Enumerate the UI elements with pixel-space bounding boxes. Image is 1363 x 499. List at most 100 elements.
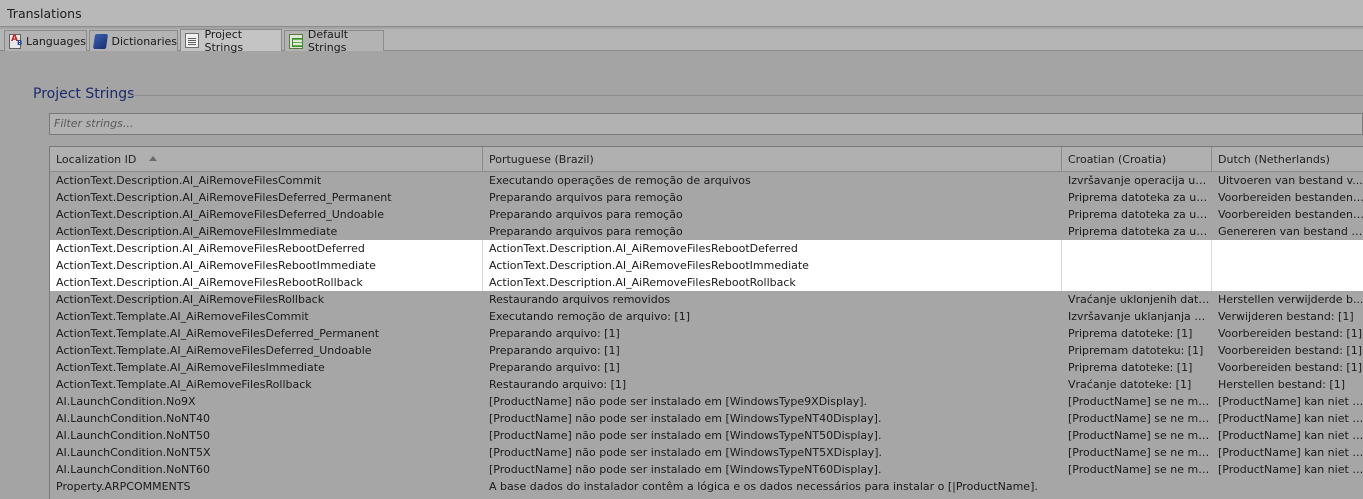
cell-portuguese[interactable]: Restaurando arquivo: [1] [483, 376, 1062, 393]
cell-portuguese[interactable]: Executando operações de remoção de arqui… [483, 172, 1062, 189]
cell-croatian[interactable]: Priprema datoteke: [1] [1062, 359, 1212, 376]
cell-croatian[interactable]: Priprema datoteka za ukla... [1062, 206, 1212, 223]
cell-dutch[interactable]: Herstellen bestand: [1] [1212, 376, 1363, 393]
table-row[interactable]: ActionText.Description.AI_AiRemoveFilesC… [50, 172, 1363, 189]
cell-localization-id[interactable]: ActionText.Description.AI_AiRemoveFilesD… [50, 206, 483, 223]
cell-croatian[interactable]: [ProductName] se ne mož... [1062, 393, 1212, 410]
table-row[interactable]: ActionText.Template.AI_AiRemoveFilesComm… [50, 308, 1363, 325]
cell-portuguese[interactable]: [ProductName] não pode ser instalado em … [483, 410, 1062, 427]
cell-portuguese[interactable]: [ProductName] não pode ser instalado em … [483, 427, 1062, 444]
cell-dutch[interactable]: [ProductName] kan niet w... [1212, 410, 1363, 427]
table-row[interactable]: ActionText.Description.AI_AiRemoveFilesD… [50, 206, 1363, 223]
cell-croatian[interactable]: [ProductName] se ne mož... [1062, 461, 1212, 478]
cell-croatian[interactable] [1062, 240, 1212, 257]
table-row[interactable]: AI.LaunchCondition.No9X [ProductName] não… [50, 393, 1363, 410]
cell-dutch[interactable]: Herstellen verwijderde b... [1212, 291, 1363, 308]
cell-localization-id[interactable]: ActionText.Description.AI_AiRemoveFilesC… [50, 172, 483, 189]
table-row[interactable]: ActionText.Description.AI_AiRemoveFilesR… [50, 274, 1363, 291]
table-row[interactable]: ActionText.Template.AI_AiRemoveFilesRoll… [50, 376, 1363, 393]
cell-dutch[interactable] [1212, 478, 1363, 495]
cell-portuguese[interactable]: ActionText.Description.AI_AiRemoveFilesR… [483, 274, 1062, 291]
table-row[interactable]: ActionText.Description.AI_AiRemoveFilesI… [50, 223, 1363, 240]
cell-croatian[interactable]: Vraćanje datoteke: [1] [1062, 376, 1212, 393]
cell-dutch[interactable]: [ProductName] kan niet w... [1212, 461, 1363, 478]
cell-croatian[interactable]: Vraćanje uklonjenih datot... [1062, 291, 1212, 308]
cell-dutch[interactable]: Voorbereiden bestand: [1] [1212, 325, 1363, 342]
cell-croatian[interactable]: [ProductName] se ne mož... [1062, 410, 1212, 427]
cell-croatian[interactable] [1062, 257, 1212, 274]
cell-localization-id[interactable]: AI.LaunchCondition.NoNT40 [50, 410, 483, 427]
tab-dictionaries[interactable]: Dictionaries [89, 30, 178, 51]
table-row[interactable]: ActionText.Description.AI_AiRemoveFilesR… [50, 240, 1363, 257]
cell-croatian[interactable] [1062, 274, 1212, 291]
cell-dutch[interactable]: Verwijderen bestand: [1] [1212, 308, 1363, 325]
cell-portuguese[interactable]: [ProductName] não pode ser instalado em … [483, 461, 1062, 478]
cell-portuguese[interactable]: A base dados do instalador contêm a lógi… [483, 478, 1062, 495]
cell-portuguese[interactable]: Preparando arquivo: [1] [483, 342, 1062, 359]
cell-portuguese[interactable]: Preparando arquivo: [1] [483, 325, 1062, 342]
filter-strings-input[interactable]: Filter strings... [49, 113, 1363, 135]
table-row[interactable]: ActionText.Template.AI_AiRemoveFilesDefe… [50, 342, 1363, 359]
cell-localization-id[interactable]: ActionText.Template.AI_AiRemoveFilesDefe… [50, 342, 483, 359]
table-row[interactable]: AI.LaunchCondition.NoNT60 [ProductName] n… [50, 461, 1363, 478]
cell-dutch[interactable]: [ProductName] kan niet w... [1212, 427, 1363, 444]
cell-portuguese[interactable]: Preparando arquivos para remoção [483, 223, 1062, 240]
cell-dutch[interactable]: Voorbereiden bestand: [1] [1212, 359, 1363, 376]
cell-dutch[interactable] [1212, 240, 1363, 257]
cell-localization-id[interactable]: ActionText.Description.AI_AiRemoveFilesI… [50, 223, 483, 240]
cell-localization-id[interactable]: Property.ARPCOMMENTS [50, 478, 483, 495]
cell-localization-id[interactable]: ActionText.Template.AI_AiRemoveFilesComm… [50, 308, 483, 325]
cell-croatian[interactable]: Priprema datoteke: [1] [1062, 325, 1212, 342]
cell-croatian[interactable]: Izvršavanje operacija ukl... [1062, 172, 1212, 189]
cell-localization-id[interactable]: ActionText.Description.AI_AiRemoveFilesR… [50, 240, 483, 257]
cell-portuguese[interactable]: ActionText.Description.AI_AiRemoveFilesR… [483, 257, 1062, 274]
table-row[interactable]: ActionText.Description.AI_AiRemoveFilesR… [50, 291, 1363, 308]
cell-dutch[interactable]: Uitvoeren van bestand v... [1212, 172, 1363, 189]
cell-localization-id[interactable]: ActionText.Description.AI_AiRemoveFilesR… [50, 257, 483, 274]
tab-languages[interactable]: Languages [4, 30, 87, 51]
cell-localization-id[interactable]: AI.LaunchCondition.NoNT5X [50, 444, 483, 461]
cell-localization-id[interactable]: AI.LaunchCondition.No9X [50, 393, 483, 410]
cell-localization-id[interactable]: ActionText.Template.AI_AiRemoveFilesImme… [50, 359, 483, 376]
cell-localization-id[interactable]: ActionText.Description.AI_AiRemoveFilesD… [50, 189, 483, 206]
cell-croatian[interactable]: Izvršavanje uklanjanja da... [1062, 308, 1212, 325]
tab-project-strings[interactable]: Project Strings [180, 28, 282, 54]
cell-localization-id[interactable]: ActionText.Template.AI_AiRemoveFilesDefe… [50, 325, 483, 342]
cell-dutch[interactable]: Voorbereiden bestanden ... [1212, 206, 1363, 223]
column-header-croatian[interactable]: Croatian (Croatia) [1062, 147, 1212, 172]
table-row[interactable]: ActionText.Description.AI_AiRemoveFilesR… [50, 257, 1363, 274]
column-header-dutch[interactable]: Dutch (Netherlands) [1212, 147, 1363, 172]
cell-portuguese[interactable]: Restaurando arquivos removidos [483, 291, 1062, 308]
cell-localization-id[interactable]: ActionText.Description.AI_AiRemoveFilesR… [50, 291, 483, 308]
cell-portuguese[interactable]: [ProductName] não pode ser instalado em … [483, 444, 1062, 461]
cell-portuguese[interactable]: Preparando arquivos para remoção [483, 189, 1062, 206]
cell-dutch[interactable]: Genereren van bestand v... [1212, 223, 1363, 240]
cell-portuguese[interactable]: Executando remoção de arquivo: [1] [483, 308, 1062, 325]
column-header-localization-id[interactable]: Localization ID [50, 147, 483, 172]
table-row[interactable]: AI.LaunchCondition.NoNT50 [ProductName] n… [50, 427, 1363, 444]
tab-default-strings[interactable]: Default Strings [284, 28, 384, 54]
cell-croatian[interactable]: [ProductName] se ne mož... [1062, 444, 1212, 461]
cell-portuguese[interactable]: ActionText.Description.AI_AiRemoveFilesR… [483, 240, 1062, 257]
cell-localization-id[interactable]: AI.LaunchCondition.NoNT60 [50, 461, 483, 478]
cell-croatian[interactable]: Priprema datoteka za ukla... [1062, 223, 1212, 240]
cell-croatian[interactable]: Priprema datoteka za ukla... [1062, 189, 1212, 206]
cell-portuguese[interactable]: Preparando arquivos para remoção [483, 206, 1062, 223]
cell-localization-id[interactable]: ActionText.Description.AI_AiRemoveFilesR… [50, 274, 483, 291]
table-row[interactable]: AI.LaunchCondition.NoNT5X [ProductName] n… [50, 444, 1363, 461]
cell-localization-id[interactable]: ActionText.Template.AI_AiRemoveFilesRoll… [50, 376, 483, 393]
table-row[interactable]: ActionText.Template.AI_AiRemoveFilesDefe… [50, 325, 1363, 342]
table-row[interactable]: ActionText.Description.AI_AiRemoveFilesD… [50, 189, 1363, 206]
cell-portuguese[interactable]: [ProductName] não pode ser instalado em … [483, 393, 1062, 410]
cell-dutch[interactable] [1212, 257, 1363, 274]
cell-localization-id[interactable]: AI.LaunchCondition.NoNT50 [50, 427, 483, 444]
cell-portuguese[interactable]: Preparando arquivo: [1] [483, 359, 1062, 376]
table-row[interactable]: ActionText.Template.AI_AiRemoveFilesImme… [50, 359, 1363, 376]
cell-croatian[interactable]: Pripremam datoteku: [1] [1062, 342, 1212, 359]
column-header-portuguese[interactable]: Portuguese (Brazil) [483, 147, 1062, 172]
table-row[interactable]: AI.LaunchCondition.NoNT40 [ProductName] n… [50, 410, 1363, 427]
cell-dutch[interactable]: Voorbereiden bestanden ... [1212, 189, 1363, 206]
cell-croatian[interactable] [1062, 478, 1212, 495]
cell-dutch[interactable]: [ProductName] kan niet w... [1212, 444, 1363, 461]
cell-dutch[interactable]: [ProductName] kan niet w... [1212, 393, 1363, 410]
